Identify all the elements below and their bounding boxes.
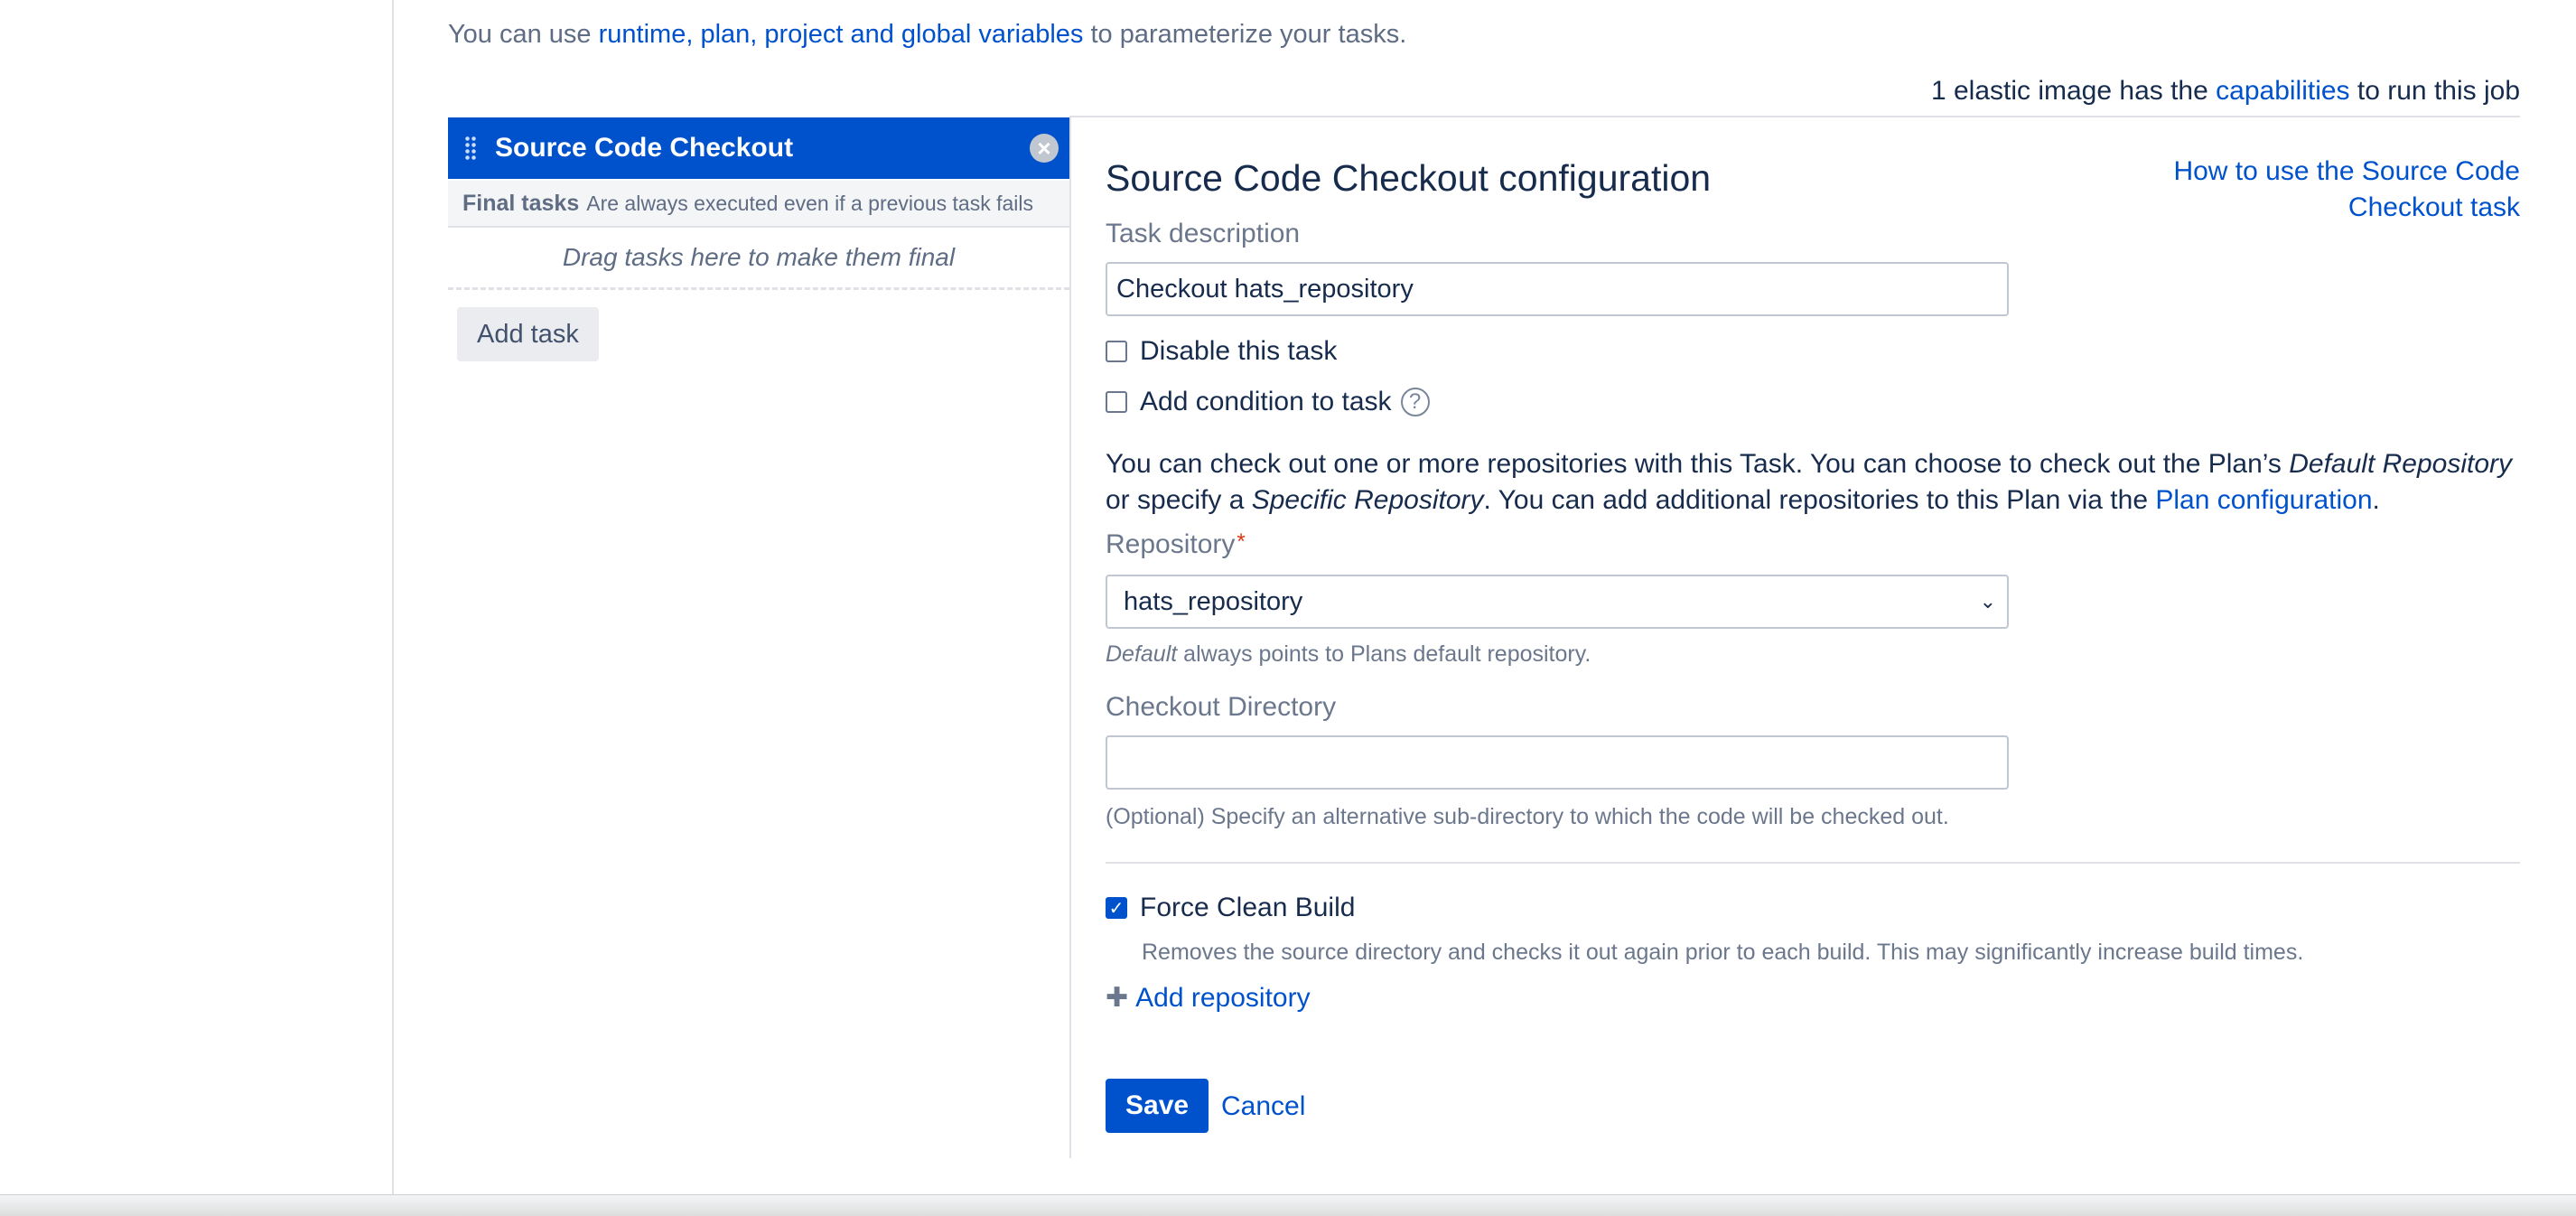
page: You can use runtime, plan, project and g… bbox=[0, 0, 2576, 1216]
repository-info-text: You can check out one or more repositori… bbox=[1106, 449, 2513, 515]
intro-text: You can use runtime, plan, project and g… bbox=[448, 20, 1406, 50]
force-clean-label: Force Clean Build bbox=[1140, 893, 1356, 922]
force-clean-checkbox[interactable]: ✓ bbox=[1106, 897, 1127, 919]
add-repository-link[interactable]: ✚ Add repository bbox=[1106, 983, 1311, 1014]
drop-zone-hint: Drag tasks here to make them final bbox=[562, 243, 956, 271]
required-marker: * bbox=[1237, 529, 1246, 554]
section-divider bbox=[1106, 862, 2520, 864]
plan-configuration-link[interactable]: Plan configuration bbox=[2155, 485, 2372, 515]
config-title: Source Code Checkout configuration bbox=[1106, 157, 1712, 199]
task-description-label: Task description bbox=[1106, 219, 1301, 248]
force-clean-hint: Removes the source directory and checks … bbox=[1142, 940, 2304, 965]
intro-suffix: to parameterize your tasks. bbox=[1083, 20, 1407, 49]
close-circle-icon[interactable]: × bbox=[1030, 134, 1059, 163]
capabilities-suffix: to run this job bbox=[2349, 76, 2520, 106]
chevron-down-icon: ⌄ bbox=[1979, 590, 1996, 613]
disable-task-row[interactable]: Disable this task bbox=[1106, 336, 1337, 367]
repository-label: Repository* bbox=[1106, 529, 1246, 559]
add-condition-row[interactable]: Add condition to task ? bbox=[1106, 387, 1430, 417]
final-tasks-header: Final tasks Are always executed even if … bbox=[448, 181, 1069, 228]
repository-select-value: hats_repository bbox=[1124, 586, 1303, 616]
left-gutter bbox=[0, 0, 394, 1196]
task-item-source-code-checkout[interactable]: Source Code Checkout × bbox=[448, 117, 1069, 179]
add-condition-checkbox[interactable] bbox=[1106, 391, 1127, 413]
intro-prefix: You can use bbox=[448, 20, 599, 49]
final-tasks-drop-zone[interactable]: Drag tasks here to make them final bbox=[448, 228, 1069, 290]
add-condition-label: Add condition to task bbox=[1140, 387, 1392, 416]
checkout-directory-label: Checkout Directory bbox=[1106, 692, 1337, 722]
cancel-link[interactable]: Cancel bbox=[1221, 1091, 1305, 1122]
window-bottom-bar bbox=[0, 1194, 2576, 1216]
capabilities-link[interactable]: capabilities bbox=[2216, 76, 2349, 106]
task-item-label: Source Code Checkout bbox=[495, 133, 794, 163]
force-clean-row[interactable]: ✓ Force Clean Build bbox=[1106, 893, 1355, 923]
add-task-button[interactable]: Add task bbox=[457, 307, 599, 361]
help-link[interactable]: How to use the Source Code Checkout task bbox=[2159, 154, 2520, 226]
disable-task-label: Disable this task bbox=[1140, 336, 1338, 366]
checkmark-icon: ✓ bbox=[1108, 898, 1125, 919]
repository-hint: Default always points to Plans default r… bbox=[1106, 641, 1591, 667]
task-description-input[interactable] bbox=[1106, 262, 2009, 316]
final-tasks-title: Final tasks bbox=[462, 190, 580, 216]
variables-link[interactable]: runtime, plan, project and global variab… bbox=[599, 20, 1084, 49]
plus-icon: ✚ bbox=[1106, 983, 1129, 1013]
task-configuration-panel: Source Code Checkout configuration How t… bbox=[1106, 117, 2520, 1156]
checkout-directory-hint: (Optional) Specify an alternative sub-di… bbox=[1106, 804, 1949, 829]
capabilities-text: 1 elastic image has the capabilities to … bbox=[1931, 76, 2520, 107]
checkout-directory-input[interactable] bbox=[1106, 735, 2009, 790]
add-repository-label: Add repository bbox=[1135, 983, 1311, 1013]
save-button[interactable]: Save bbox=[1106, 1079, 1209, 1133]
task-list-panel: Source Code Checkout × Final tasks Are a… bbox=[448, 117, 1071, 1158]
question-circle-icon[interactable]: ? bbox=[1400, 388, 1430, 416]
repository-select[interactable]: hats_repository ⌄ bbox=[1106, 575, 2009, 629]
final-tasks-description: Are always executed even if a previous t… bbox=[586, 191, 1033, 215]
disable-task-checkbox[interactable] bbox=[1106, 341, 1127, 362]
drag-handle-icon[interactable] bbox=[464, 136, 477, 161]
capabilities-prefix: 1 elastic image has the bbox=[1930, 76, 2217, 106]
